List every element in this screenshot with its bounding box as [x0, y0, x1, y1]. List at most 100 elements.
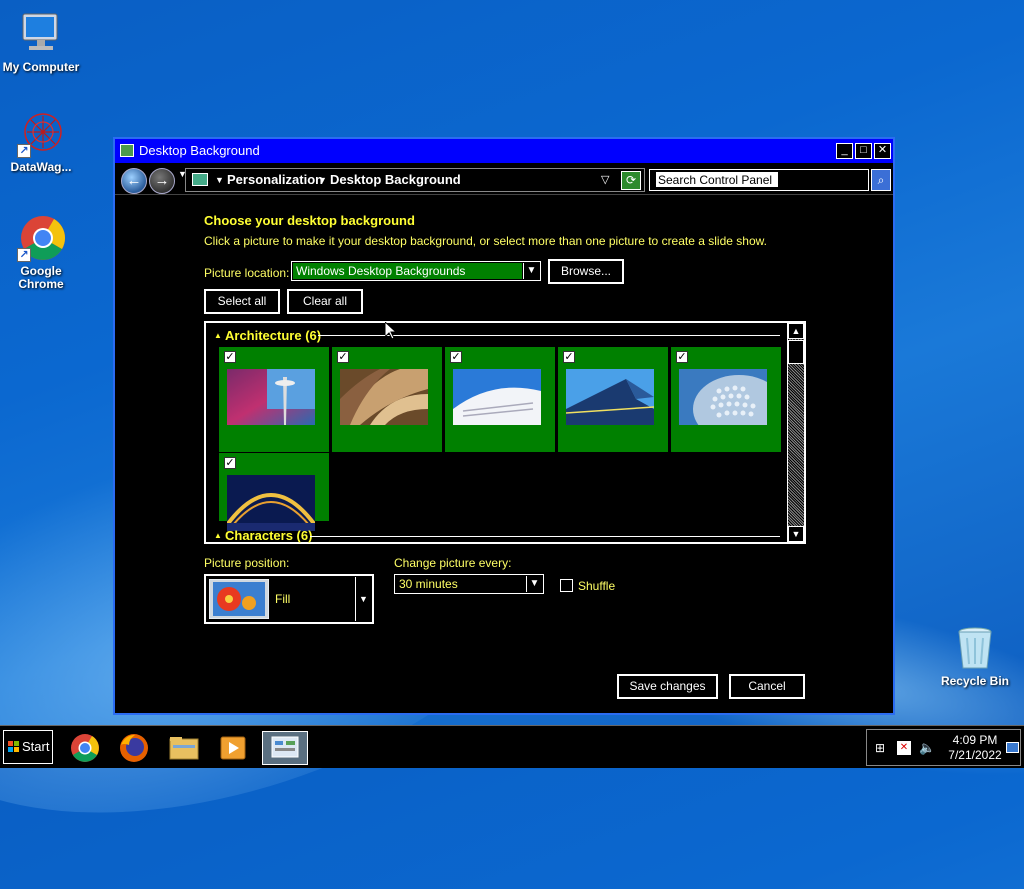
- wallpaper-tile[interactable]: ✓: [445, 347, 555, 452]
- wallpaper-thumbnail-white-building: [453, 369, 541, 425]
- control-panel-icon: [192, 173, 208, 186]
- taskbar-chrome[interactable]: [66, 731, 104, 765]
- group-header-characters[interactable]: Characters (6): [225, 528, 312, 543]
- search-icon[interactable]: ⌕: [871, 169, 891, 191]
- picture-position-select[interactable]: Fill ▼: [204, 574, 374, 624]
- desktop-background-window: Desktop Background _ □ ✕ ← → ▼ ▼ Persona…: [113, 137, 895, 715]
- address-bar: ← → ▼ ▼ Personalization ▼ Desktop Backgr…: [115, 165, 893, 195]
- chevron-down-icon: ▼: [523, 263, 539, 279]
- wallpaper-thumbnail-tower: [227, 369, 315, 425]
- back-button[interactable]: ←: [121, 168, 147, 194]
- media-player-icon: [220, 736, 246, 760]
- change-picture-select[interactable]: 30 minutes ▼: [394, 574, 544, 594]
- chevron-down-icon: ▼: [526, 576, 542, 592]
- action-center-flag-icon[interactable]: ✕: [897, 741, 911, 755]
- breadcrumb-personalization[interactable]: Personalization: [227, 165, 323, 195]
- chrome-icon: ↗: [17, 214, 65, 262]
- mouse-cursor-icon: [385, 322, 397, 340]
- main-content: Choose your desktop background Click a p…: [115, 197, 893, 717]
- picture-location-select[interactable]: Windows Desktop Backgrounds ▼: [291, 261, 541, 281]
- clear-all-button[interactable]: Clear all: [287, 289, 363, 314]
- control-panel-icon: [120, 144, 134, 157]
- breadcrumb-separator-icon: ▼: [318, 175, 327, 185]
- change-picture-value: 30 minutes: [399, 577, 458, 591]
- shuffle-label: Shuffle: [578, 579, 616, 593]
- breadcrumb-desktop-background[interactable]: Desktop Background: [330, 165, 461, 195]
- close-button[interactable]: ✕: [874, 143, 891, 159]
- forward-button[interactable]: →: [149, 168, 175, 194]
- tile-checkbox[interactable]: ✓: [224, 351, 236, 363]
- taskbar-file-explorer[interactable]: [165, 731, 203, 765]
- desktop-icon-label: Google Chrome: [18, 264, 64, 291]
- collapse-icon[interactable]: ▲: [214, 531, 222, 540]
- scroll-down-button[interactable]: ▼: [788, 526, 804, 542]
- select-all-button[interactable]: Select all: [204, 289, 280, 314]
- scroll-up-button[interactable]: ▲: [788, 323, 804, 339]
- windows-flag-icon: [8, 741, 19, 752]
- datawag-icon: ↗: [17, 110, 65, 158]
- desktop-icon-my-computer[interactable]: My Computer: [0, 10, 82, 74]
- browse-button[interactable]: Browse...: [548, 259, 624, 284]
- tile-checkbox[interactable]: ✓: [337, 351, 349, 363]
- chrome-icon: [71, 734, 99, 762]
- group-divider: [310, 536, 780, 537]
- change-picture-label: Change picture every:: [394, 556, 512, 570]
- tile-checkbox[interactable]: ✓: [563, 351, 575, 363]
- scroll-thumb[interactable]: [788, 340, 804, 364]
- network-icon[interactable]: ⊞: [875, 741, 885, 755]
- firefox-icon: [120, 734, 148, 762]
- tile-checkbox[interactable]: ✓: [450, 351, 462, 363]
- shuffle-checkbox[interactable]: [560, 579, 573, 592]
- chevron-down-icon: ▼: [355, 577, 371, 621]
- window-titlebar[interactable]: Desktop Background _ □ ✕: [115, 139, 893, 163]
- wallpaper-thumbnail-night-bridge: [227, 475, 315, 531]
- desktop-icon-label: Recycle Bin: [940, 674, 1010, 688]
- minimize-button[interactable]: _: [836, 143, 853, 159]
- refresh-icon[interactable]: ⟳: [621, 171, 641, 190]
- wallpaper-tile[interactable]: ✓: [219, 347, 329, 452]
- address-dropdown-icon[interactable]: ▽: [601, 173, 609, 186]
- page-heading: Choose your desktop background: [204, 213, 415, 228]
- shortcut-arrow-icon: ↗: [17, 248, 31, 262]
- cancel-button[interactable]: Cancel: [729, 674, 805, 699]
- shortcut-arrow-icon: ↗: [17, 144, 31, 158]
- taskbar: Start ⊞ ✕ 🔈 4:09 PM 7/21/2022: [0, 725, 1024, 768]
- recycle-bin-icon: [951, 624, 999, 672]
- gallery-scrollbar[interactable]: ▲ ▼: [787, 323, 804, 542]
- system-tray: ⊞ ✕ 🔈 4:09 PM 7/21/2022: [866, 729, 1021, 766]
- tile-checkbox[interactable]: ✓: [224, 457, 236, 469]
- clock-date: 7/21/2022: [948, 748, 1002, 762]
- desktop-icon-datawag[interactable]: ↗ DataWag...: [0, 110, 82, 174]
- taskbar-control-panel[interactable]: [262, 731, 308, 765]
- picture-location-value: Windows Desktop Backgrounds: [293, 263, 522, 279]
- desktop-icon-recycle-bin[interactable]: Recycle Bin: [934, 624, 1016, 688]
- clock-time: 4:09 PM: [952, 733, 998, 747]
- picture-location-label: Picture location:: [204, 266, 290, 280]
- wallpaper-tile[interactable]: ✓: [558, 347, 668, 452]
- wallpaper-thumbnail-dome: [679, 369, 767, 425]
- volume-icon[interactable]: 🔈: [919, 740, 935, 756]
- control-panel-icon: [271, 736, 299, 758]
- search-box[interactable]: [649, 169, 869, 191]
- desktop-icon-label: My Computer: [2, 60, 80, 74]
- start-label: Start: [22, 739, 50, 754]
- fill-preview-icon: [209, 579, 269, 619]
- start-button[interactable]: Start: [3, 730, 53, 764]
- show-desktop-icon[interactable]: [1006, 742, 1019, 753]
- taskbar-firefox[interactable]: [115, 731, 153, 765]
- desktop-icon-google-chrome[interactable]: ↗ Google Chrome: [0, 214, 82, 291]
- tile-checkbox[interactable]: ✓: [676, 351, 688, 363]
- desktop-icon-label: DataWag...: [10, 160, 72, 174]
- wallpaper-tile[interactable]: ✓: [671, 347, 781, 452]
- clock[interactable]: 4:09 PM 7/21/2022: [937, 733, 1013, 763]
- wallpaper-tile[interactable]: ✓: [219, 453, 329, 531]
- taskbar-media-player[interactable]: [214, 731, 252, 765]
- save-changes-button[interactable]: Save changes: [617, 674, 718, 699]
- breadcrumb-separator-icon: ▼: [215, 175, 224, 185]
- wallpaper-tile[interactable]: ✓: [332, 347, 442, 452]
- picture-position-label: Picture position:: [204, 556, 290, 570]
- group-header-architecture[interactable]: Architecture (6): [225, 328, 321, 343]
- collapse-icon[interactable]: ▲: [214, 331, 222, 340]
- maximize-button[interactable]: □: [855, 143, 872, 159]
- search-input[interactable]: [656, 172, 778, 187]
